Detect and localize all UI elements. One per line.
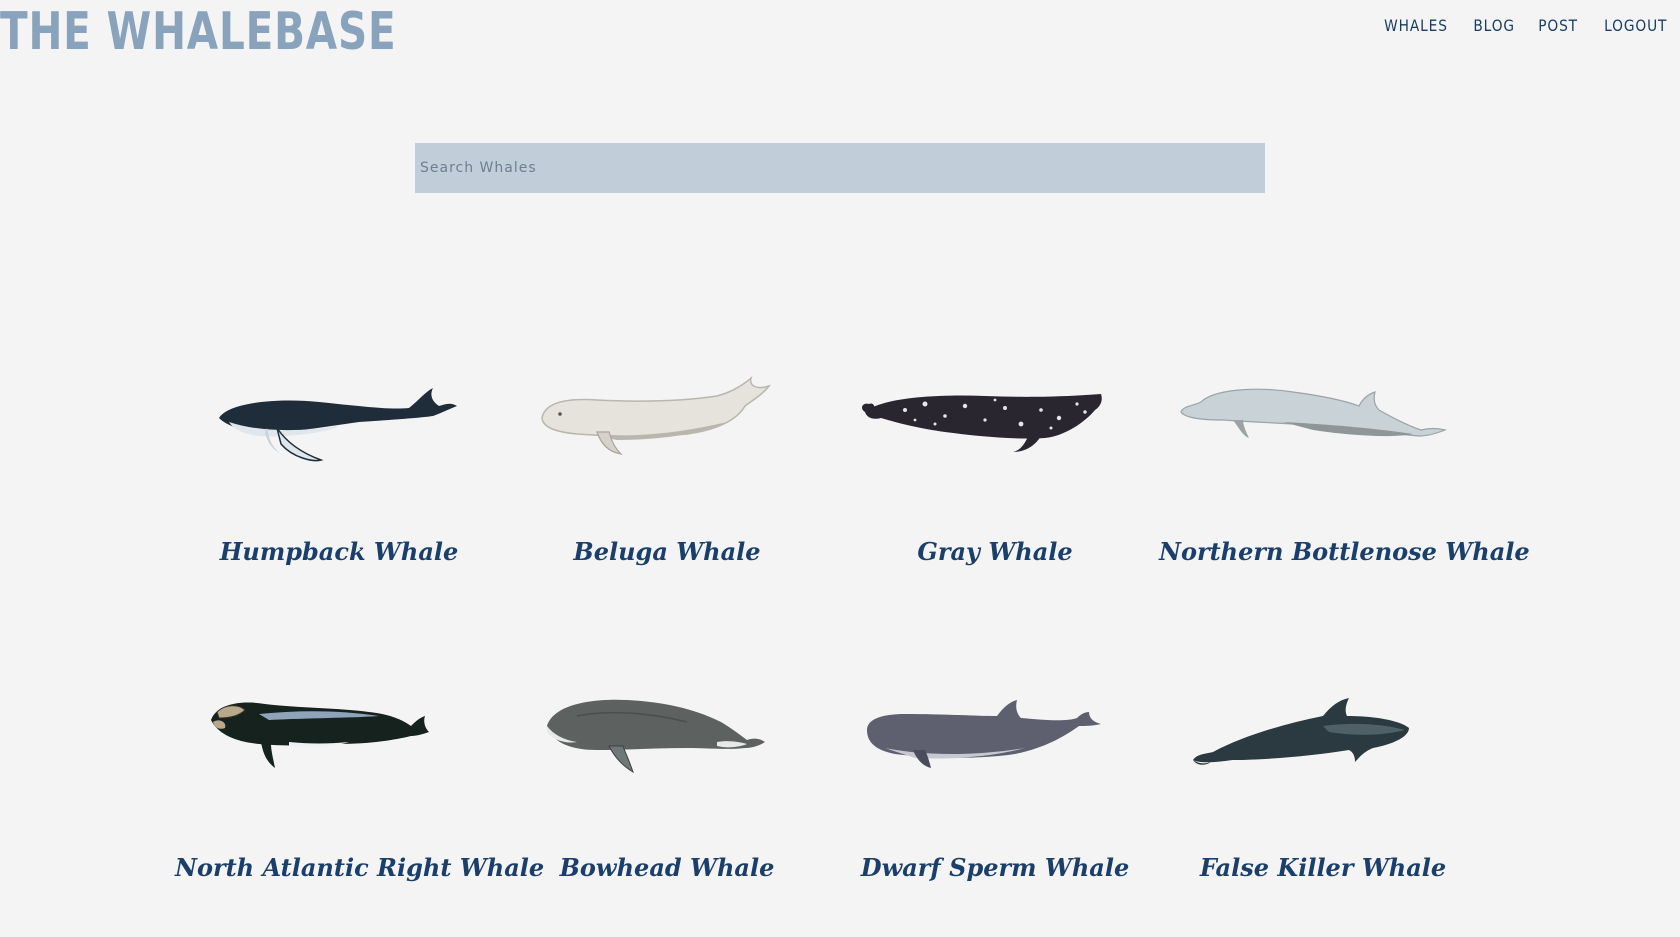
- bottlenose-whale-icon: [1180, 388, 1447, 438]
- beluga-whale-icon: [541, 375, 772, 455]
- humpback-whale-icon: [219, 388, 457, 462]
- top-nav: WHALES BLOG POST LOGOUT: [1379, 16, 1672, 35]
- nav-post-link[interactable]: POST: [1539, 16, 1579, 35]
- whale-card-beluga[interactable]: Beluga Whale: [503, 340, 831, 656]
- site-logo[interactable]: THE WHALEBASE: [0, 2, 396, 62]
- whale-card-humpback[interactable]: Humpback Whale: [175, 340, 503, 656]
- gray-whale-icon: [862, 394, 1102, 452]
- whale-name[interactable]: North Atlantic Right Whale: [175, 853, 544, 882]
- whale-card-dwarf-sperm[interactable]: Dwarf Sperm Whale: [831, 656, 1159, 937]
- nav-blog-link[interactable]: BLOG: [1473, 16, 1515, 35]
- dwarf-sperm-whale-icon: [867, 700, 1101, 768]
- whale-grid: Humpback Whale Beluga Whale Gray Whale N…: [175, 340, 1530, 937]
- whale-card-gray[interactable]: Gray Whale: [831, 340, 1159, 656]
- right-whale-icon: [211, 702, 429, 768]
- false-killer-whale-icon: [1193, 698, 1409, 765]
- search-input[interactable]: [415, 143, 1265, 193]
- whale-name[interactable]: Gray Whale: [831, 537, 1159, 566]
- whale-card-bowhead[interactable]: Bowhead Whale: [503, 656, 831, 937]
- whale-name[interactable]: Bowhead Whale: [503, 853, 831, 882]
- whale-name[interactable]: Dwarf Sperm Whale: [831, 853, 1159, 882]
- whale-name[interactable]: Northern Bottlenose Whale: [1159, 537, 1530, 566]
- nav-whales-link[interactable]: WHALES: [1384, 16, 1448, 35]
- whale-card-false-killer[interactable]: False Killer Whale: [1159, 656, 1487, 937]
- whale-card-northern-bottlenose[interactable]: Northern Bottlenose Whale: [1159, 340, 1530, 656]
- bowhead-whale-icon: [547, 699, 765, 774]
- whale-name[interactable]: Beluga Whale: [503, 537, 831, 566]
- whale-name[interactable]: False Killer Whale: [1159, 853, 1487, 882]
- whale-card-north-atlantic-right[interactable]: North Atlantic Right Whale: [175, 656, 544, 937]
- nav-logout-link[interactable]: LOGOUT: [1604, 16, 1667, 35]
- whale-name[interactable]: Humpback Whale: [175, 537, 503, 566]
